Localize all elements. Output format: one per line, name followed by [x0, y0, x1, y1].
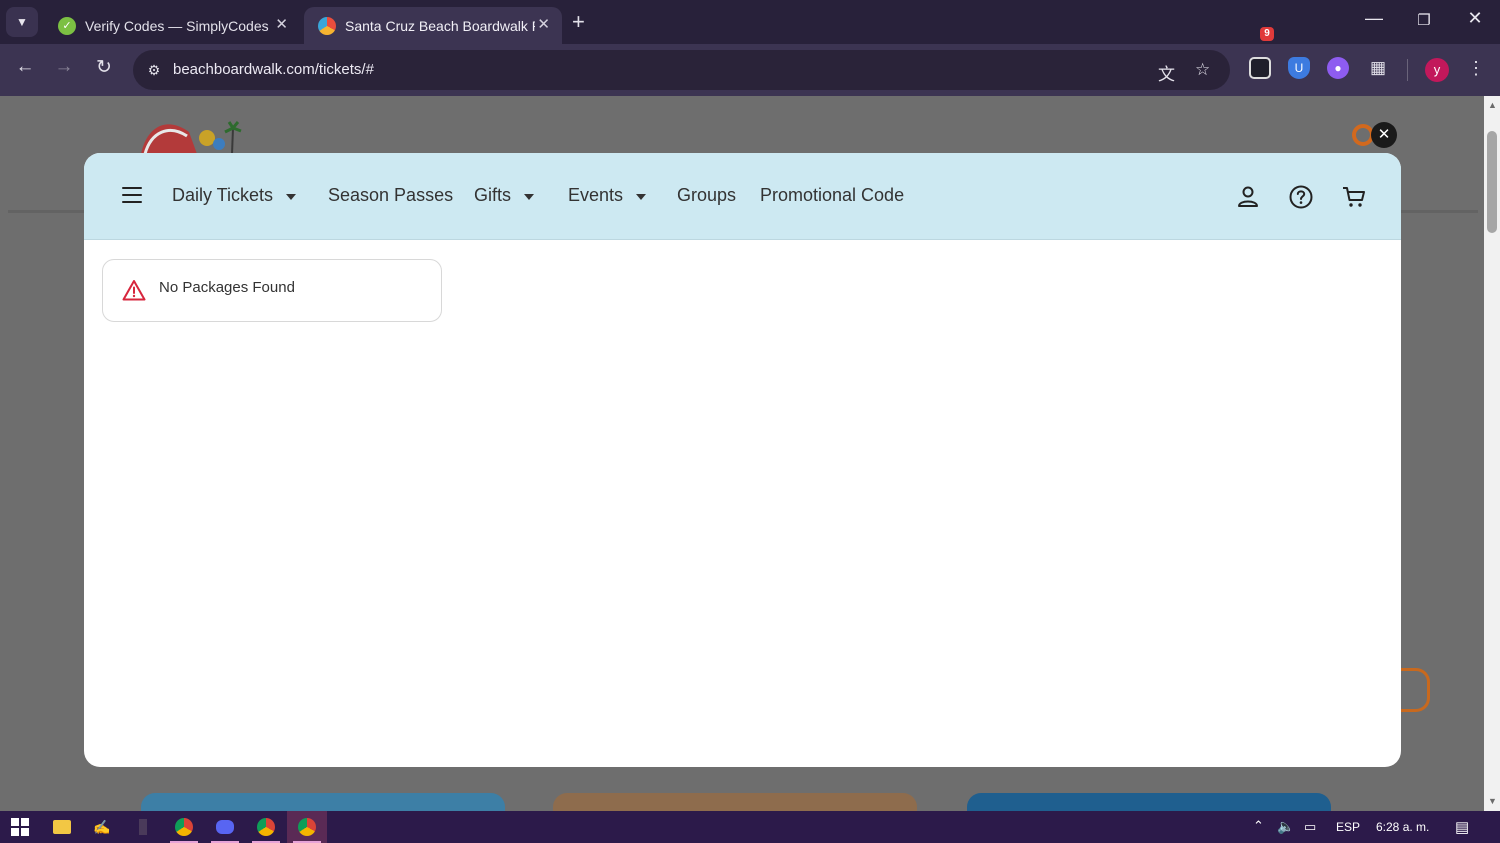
nav-label: Promotional Code: [760, 185, 905, 205]
alert-message: No Packages Found: [159, 279, 295, 296]
warning-triangle-icon: [122, 280, 146, 301]
windows-logo-icon: [11, 818, 29, 836]
caret-down-icon: [636, 193, 647, 200]
puzzle-extensions-icon[interactable]: ▦: [1367, 57, 1389, 79]
nav-events[interactable]: Events: [568, 185, 647, 206]
browser-toolbar: ← → ↻ ⚙ beachboardwalk.com/tickets/# 文 ☆…: [0, 44, 1500, 96]
close-tab-icon[interactable]: ✕: [275, 15, 288, 33]
tab-boardwalk[interactable]: Santa Cruz Beach Boardwalk Ri ✕: [304, 7, 562, 44]
account-icon[interactable]: [1235, 184, 1261, 210]
modal-nav-bar: Daily Tickets Season Passes Gifts Events…: [84, 153, 1401, 240]
nav-label: Season Passes: [328, 185, 454, 205]
start-button[interactable]: [0, 811, 40, 843]
more-menu-icon[interactable]: ⋮: [1465, 57, 1487, 79]
scrollbar-thumb[interactable]: [1487, 131, 1497, 233]
tab-title: Santa Cruz Beach Boardwalk Ri: [345, 17, 535, 34]
tab-simplycodes[interactable]: ✓ Verify Codes — SimplyCodes ✕: [44, 7, 300, 44]
reload-icon[interactable]: ↻: [90, 56, 118, 79]
profile-avatar[interactable]: y: [1425, 58, 1449, 82]
translate-icon[interactable]: 文: [1158, 60, 1175, 85]
close-window-icon[interactable]: ✕: [1451, 8, 1499, 29]
show-hidden-icons-icon[interactable]: ⌃: [1253, 818, 1264, 834]
promo-card[interactable]: [141, 793, 505, 811]
close-tab-icon[interactable]: ✕: [537, 15, 550, 33]
address-bar[interactable]: ⚙ beachboardwalk.com/tickets/# 文 ☆: [133, 50, 1230, 90]
nav-season-passes[interactable]: Season Passes: [328, 185, 453, 206]
extension-icon[interactable]: [1249, 57, 1271, 79]
new-tab-button[interactable]: +: [572, 9, 585, 35]
notifications-icon[interactable]: ▤: [1455, 818, 1469, 836]
restore-icon[interactable]: ❐: [1400, 11, 1448, 29]
caret-down-icon: [286, 193, 297, 200]
page-scrollbar[interactable]: ▲ ▼: [1484, 96, 1500, 811]
toolbar-divider: [1407, 59, 1408, 81]
tab-strip: ▼ ✓ Verify Codes — SimplyCodes ✕ Santa C…: [0, 0, 1500, 44]
windows-taskbar: ✍ ⌃ 🔈 ▭ ESP 6:28 a. m. ▤: [0, 811, 1500, 843]
taskbar-app[interactable]: ✍: [82, 811, 122, 843]
tickets-modal: Daily Tickets Season Passes Gifts Events…: [84, 153, 1401, 767]
url-text[interactable]: beachboardwalk.com/tickets/#: [173, 61, 374, 78]
simplycodes-favicon-icon: ✓: [58, 16, 76, 35]
bookmark-star-icon[interactable]: ☆: [1195, 60, 1210, 80]
scroll-up-icon[interactable]: ▲: [1488, 100, 1497, 110]
nav-label: Gifts: [474, 185, 512, 205]
help-icon[interactable]: [1288, 184, 1314, 210]
boardwalk-logo[interactable]: [137, 106, 247, 154]
scroll-down-icon[interactable]: ▼: [1488, 796, 1497, 806]
nav-label: Events: [568, 185, 624, 205]
caret-down-icon: [524, 193, 535, 200]
nav-label: Daily Tickets: [172, 185, 274, 205]
nav-promotional-code[interactable]: Promotional Code: [760, 185, 904, 206]
cart-icon[interactable]: [1341, 184, 1367, 210]
clock[interactable]: 6:28 a. m.: [1376, 820, 1429, 834]
forward-icon[interactable]: →: [50, 56, 78, 78]
no-packages-alert: No Packages Found: [102, 259, 442, 322]
boardwalk-favicon-icon: [318, 16, 336, 35]
hamburger-menu-icon[interactable]: [122, 187, 142, 203]
back-icon[interactable]: ←: [11, 56, 39, 78]
side-tab-button[interactable]: [1398, 668, 1430, 712]
tab-search-button[interactable]: ▼: [6, 7, 38, 37]
language-indicator[interactable]: ESP: [1336, 820, 1360, 834]
purple-extension-icon[interactable]: ●: [1327, 57, 1349, 79]
discord-icon: [216, 820, 234, 834]
taskbar-chrome-profile[interactable]: [246, 811, 286, 843]
nav-daily-tickets[interactable]: Daily Tickets: [172, 185, 297, 206]
taskbar-chrome-active[interactable]: [287, 811, 327, 843]
nav-gifts[interactable]: Gifts: [474, 185, 535, 206]
promo-card[interactable]: [553, 793, 917, 811]
minimize-icon[interactable]: —: [1350, 8, 1398, 29]
taskbar-discord[interactable]: [205, 811, 245, 843]
taskbar-app[interactable]: [123, 811, 163, 843]
nav-label: Groups: [677, 185, 737, 205]
app-icon: [139, 819, 147, 835]
volume-icon[interactable]: 🔈: [1277, 818, 1294, 835]
network-icon[interactable]: ▭: [1304, 819, 1316, 835]
cleaner-app-icon: ✍: [93, 818, 111, 835]
folder-icon: [53, 820, 71, 834]
chrome-icon: [257, 818, 275, 836]
chevron-down-icon: ▼: [16, 15, 28, 29]
taskbar-chrome[interactable]: [164, 811, 204, 843]
tab-title: Verify Codes — SimplyCodes: [85, 17, 269, 34]
nav-groups[interactable]: Groups: [677, 185, 736, 206]
chrome-icon: [175, 818, 193, 836]
taskbar-file-explorer[interactable]: [42, 811, 82, 843]
close-modal-icon[interactable]: ✕: [1371, 122, 1397, 148]
promo-card[interactable]: [967, 793, 1331, 811]
extension-badge: 9: [1260, 27, 1274, 41]
shield-extension-icon[interactable]: U: [1288, 57, 1310, 79]
site-info-icon[interactable]: ⚙: [143, 59, 165, 81]
chrome-icon: [298, 818, 316, 836]
